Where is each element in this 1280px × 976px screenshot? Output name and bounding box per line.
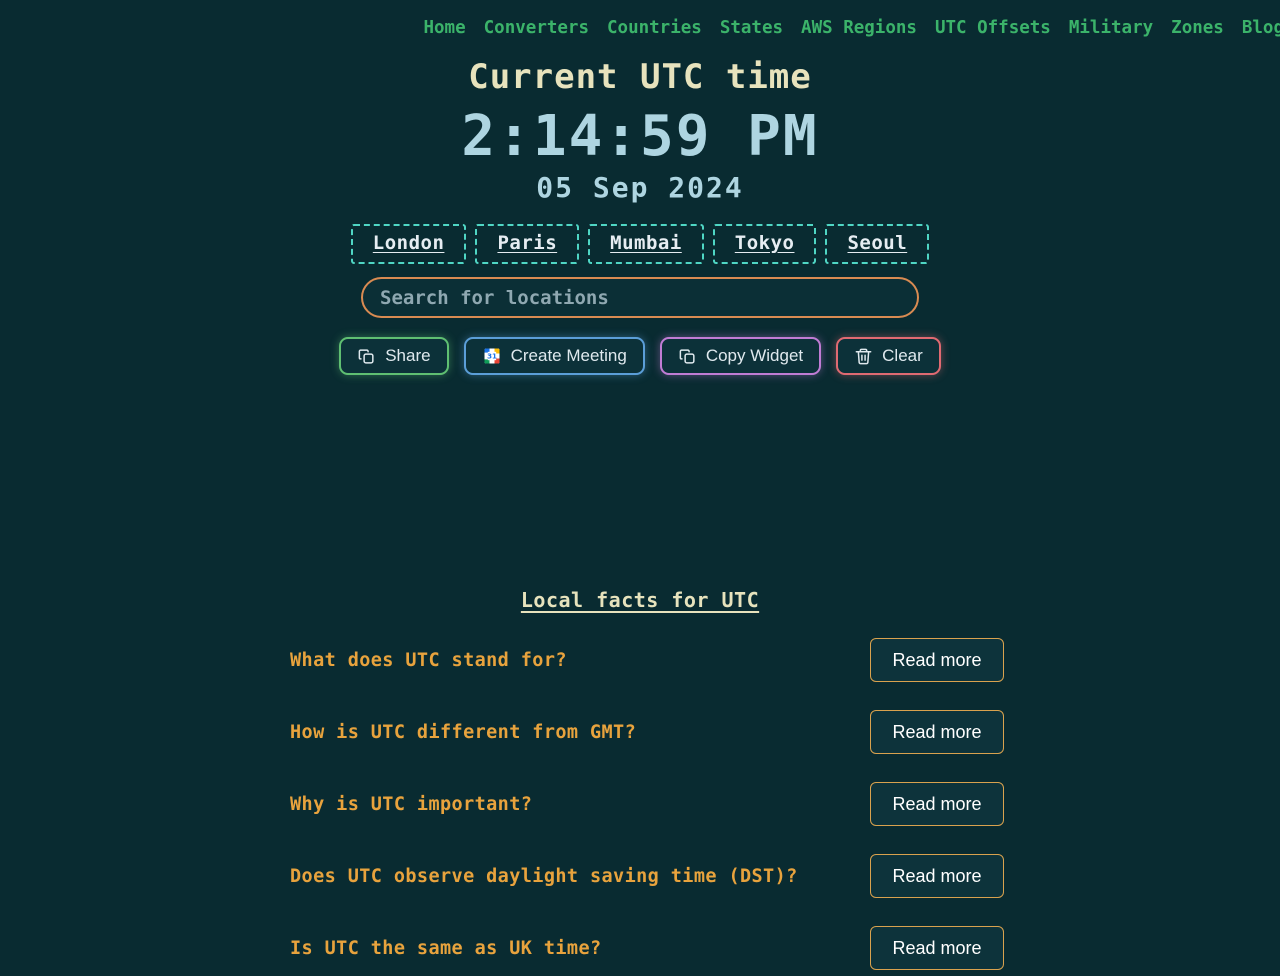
read-more-button[interactable]: Read more <box>870 710 1004 754</box>
city-chip-label: London <box>372 232 445 254</box>
current-time-display: 2:14:59 PM <box>461 104 819 169</box>
city-chip-mumbai[interactable]: Mumbai <box>588 224 704 264</box>
fact-row: How is UTC different from GMT? Read more <box>290 696 1004 768</box>
city-chip-paris[interactable]: Paris <box>475 224 580 264</box>
fact-row: What does UTC stand for? Read more <box>290 624 1004 696</box>
search-container <box>0 277 1280 318</box>
trash-icon <box>854 347 873 366</box>
city-chip-london[interactable]: London <box>350 224 467 264</box>
nav-item-utc-offsets[interactable]: UTC Offsets <box>935 18 1051 38</box>
nav-item-states[interactable]: States <box>720 18 783 38</box>
copy-widget-button-label: Copy Widget <box>705 346 804 365</box>
read-more-button[interactable]: Read more <box>870 638 1004 682</box>
svg-text:31: 31 <box>487 352 497 361</box>
action-button-row: Share 31 Create Meeting Copy Widget Clea… <box>0 337 1280 375</box>
city-chip-list: London Paris Mumbai Tokyo Seoul <box>0 224 1280 264</box>
search-input[interactable] <box>361 277 919 318</box>
nav-item-countries[interactable]: Countries <box>607 18 702 38</box>
city-chip-label: Tokyo <box>734 232 795 254</box>
read-more-button[interactable]: Read more <box>870 782 1004 826</box>
nav-item-converters[interactable]: Converters <box>484 18 589 38</box>
main-navigation: Home Converters Countries States AWS Reg… <box>0 0 1280 56</box>
share-button-label: Share <box>385 346 431 365</box>
clear-button[interactable]: Clear <box>836 337 941 375</box>
city-chip-seoul[interactable]: Seoul <box>825 224 930 264</box>
page-title: Current UTC time <box>468 57 812 97</box>
share-button[interactable]: Share <box>339 337 449 375</box>
city-chip-label: Paris <box>497 232 558 254</box>
hero-section: Current UTC time 2:14:59 PM 05 Sep 2024 … <box>0 56 1280 375</box>
local-facts-heading: Local facts for UTC <box>520 588 760 612</box>
create-meeting-button-label: Create Meeting <box>510 346 627 365</box>
google-calendar-icon: 31 <box>482 346 502 366</box>
nav-item-military[interactable]: Military <box>1069 18 1153 38</box>
copy-icon <box>357 347 376 366</box>
local-facts-section: Local facts for UTC What does UTC stand … <box>0 588 1280 976</box>
fact-row: Does UTC observe daylight saving time (D… <box>290 840 1004 912</box>
copy-widget-button[interactable]: Copy Widget <box>659 337 822 375</box>
current-date-display: 05 Sep 2024 <box>536 171 744 204</box>
nav-item-zones[interactable]: Zones <box>1171 18 1224 38</box>
nav-item-aws-regions[interactable]: AWS Regions <box>801 18 917 38</box>
read-more-button[interactable]: Read more <box>870 926 1004 970</box>
copy-icon <box>678 347 697 366</box>
fact-row: Is UTC the same as UK time? Read more <box>290 912 1004 976</box>
read-more-button[interactable]: Read more <box>870 854 1004 898</box>
fact-row: Why is UTC important? Read more <box>290 768 1004 840</box>
clear-button-label: Clear <box>882 346 923 365</box>
create-meeting-button[interactable]: 31 Create Meeting <box>463 337 645 375</box>
nav-item-home[interactable]: Home <box>423 18 465 38</box>
nav-item-blog[interactable]: Blog <box>1242 18 1280 38</box>
city-chip-tokyo[interactable]: Tokyo <box>712 224 817 264</box>
city-chip-label: Mumbai <box>610 232 682 254</box>
city-chip-label: Seoul <box>847 232 908 254</box>
